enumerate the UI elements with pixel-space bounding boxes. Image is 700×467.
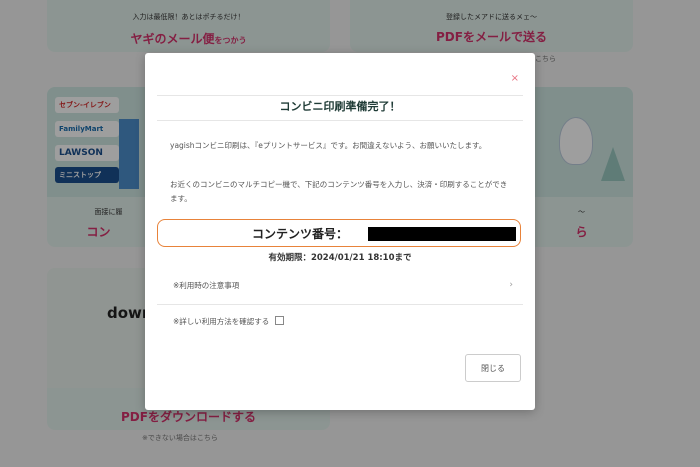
expiry-text: 有効期限：2024/01/21 18:10まで bbox=[268, 253, 412, 263]
details-link[interactable]: ※詳しい利用方法を確認する bbox=[173, 317, 269, 326]
content-number-box: コンテンツ番号： bbox=[157, 219, 521, 247]
service-info-text: yagishコンビニ印刷は、『eプリントサービス』です。お間違えないよう、お願い… bbox=[170, 141, 487, 150]
details-link-row[interactable]: ※詳しい利用方法を確認する bbox=[157, 316, 523, 327]
instruction-text: お近くのコンビニのマルチコピー機で、下記のコンテンツ番号を入力し、決済・印刷する… bbox=[170, 180, 508, 203]
content-number-label: コンテンツ番号： bbox=[252, 226, 349, 241]
title-divider bbox=[157, 95, 523, 96]
external-link-icon bbox=[274, 316, 284, 325]
title-divider-bottom bbox=[157, 120, 523, 121]
usage-notice-row[interactable]: ※利用時の注意事項 › bbox=[157, 280, 523, 304]
usage-notice-label: ※利用時の注意事項 bbox=[173, 281, 240, 290]
dialog-title: コンビニ印刷準備完了！ bbox=[279, 100, 401, 113]
close-icon[interactable]: × bbox=[511, 73, 519, 84]
print-ready-dialog: × コンビニ印刷準備完了！ yagishコンビニ印刷は、『eプリントサービス』で… bbox=[145, 53, 535, 410]
notice-divider bbox=[157, 304, 523, 305]
chevron-right-icon: › bbox=[509, 280, 513, 290]
close-button[interactable]: 閉じる bbox=[465, 354, 521, 382]
redacted-content-number bbox=[368, 227, 516, 241]
